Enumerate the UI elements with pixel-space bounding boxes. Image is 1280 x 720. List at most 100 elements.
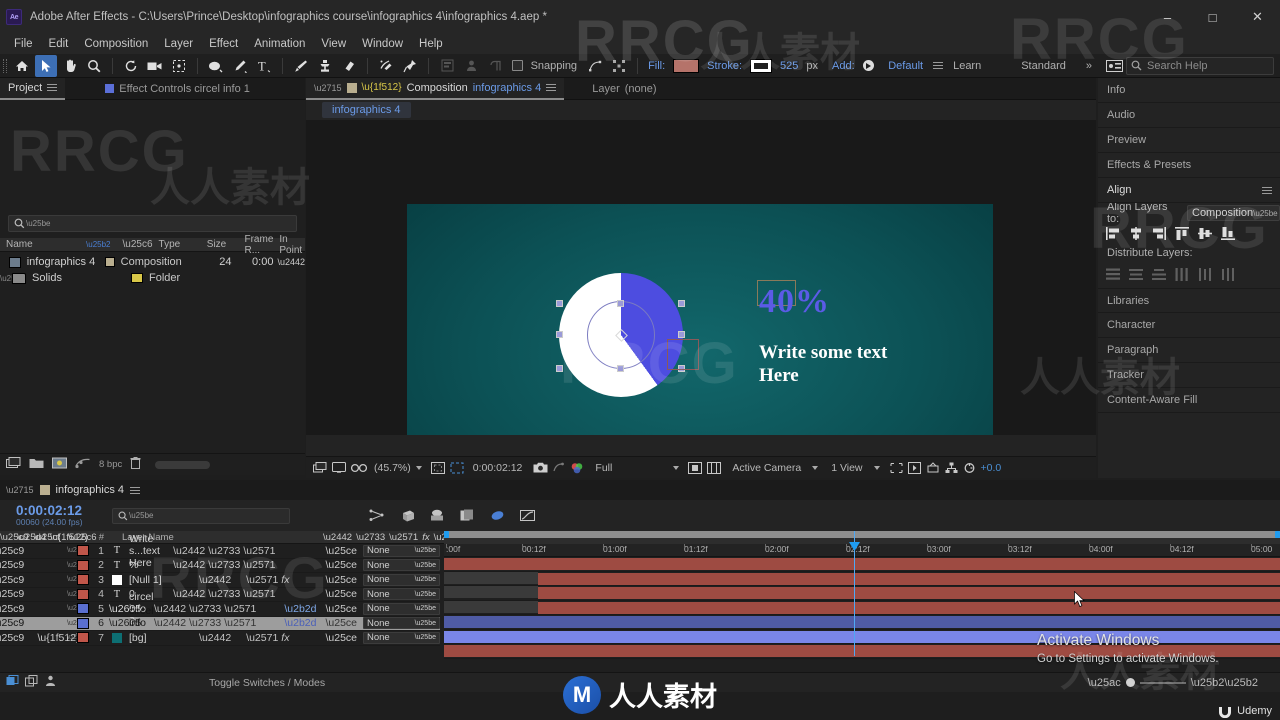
distribute-vertical-center-icon[interactable] [1129, 268, 1143, 284]
label-color-swatch[interactable] [104, 257, 115, 267]
menu-window[interactable]: Window [354, 34, 411, 54]
panel-effects-presets[interactable]: Effects & Presets [1098, 153, 1280, 178]
layer-visibility-icon[interactable]: \u25c9 [0, 545, 24, 557]
parent-select[interactable]: None \u25be [363, 559, 440, 572]
composition-viewport[interactable]: 40% Write some text Here [306, 120, 1096, 435]
align-panel-menu-icon[interactable] [1262, 185, 1272, 196]
tab-project[interactable]: Project [0, 77, 66, 100]
layer-disclosure[interactable]: \u25b8 [67, 591, 88, 598]
workspace-overflow[interactable]: » [1076, 60, 1102, 72]
layer-visibility-icon[interactable]: \u25c9 [0, 574, 24, 586]
panel-audio[interactable]: Audio [1098, 103, 1280, 128]
fill-swatch[interactable] [673, 58, 700, 73]
menu-animation[interactable]: Animation [246, 34, 313, 54]
layer-duration-bar[interactable] [538, 572, 1280, 585]
layer-duration-bar[interactable] [444, 616, 1280, 628]
zoom-out-icon[interactable]: \u25ac [1088, 677, 1121, 689]
panel-tracker[interactable]: Tracker [1098, 363, 1280, 388]
layer-name[interactable]: [Null 1] [125, 574, 199, 586]
align-top-icon[interactable] [1175, 227, 1189, 243]
hide-shy-bottom-icon[interactable] [44, 675, 57, 690]
layer-label-color[interactable] [77, 588, 89, 600]
col-name[interactable]: Name [0, 239, 86, 250]
workspace-learn[interactable]: Learn [943, 60, 991, 72]
layer-duration-bar[interactable] [444, 558, 1280, 570]
pan-behind-tool-icon[interactable] [168, 55, 190, 77]
3d-glasses-icon[interactable] [351, 463, 367, 473]
snapping-grid-icon[interactable] [608, 55, 630, 77]
comp-timecode[interactable]: 0:00:02:12 [473, 462, 523, 474]
layer-disclosure[interactable]: \u25b8 [67, 620, 88, 627]
table-row[interactable]: \u25c9 \u25b8 2 T % \u2442\u2733\u2571 \… [0, 559, 440, 573]
interpret-footage-icon[interactable] [6, 457, 21, 472]
views-dropdown-icon[interactable] [873, 465, 880, 470]
pixel-aspect-icon[interactable] [889, 462, 903, 474]
zoom-level[interactable]: (45.7%) [374, 462, 411, 474]
pen-tool-icon[interactable] [229, 55, 251, 77]
align-panel-icon[interactable] [436, 55, 458, 77]
exposure-offset[interactable]: +0.0 [981, 462, 1002, 474]
table-row[interactable]: \u25c9 \u25b8 4 T 0 \u2442\u2733\u2571 \… [0, 588, 440, 602]
workspace-standard[interactable]: Standard [1011, 60, 1076, 72]
tab-effect-controls[interactable]: Effect Controls circel info 1 [97, 78, 258, 100]
zoom-in-icon[interactable]: \u25b2\u25b2 [1191, 677, 1258, 689]
col-inpoint[interactable]: In Point [273, 234, 305, 256]
col-framerate[interactable]: Frame R... [238, 234, 273, 256]
stroke-label[interactable]: Stroke: [707, 60, 742, 72]
selection-box-small[interactable] [667, 339, 699, 370]
project-panel-menu-icon[interactable] [47, 82, 58, 93]
brush-tool-icon[interactable] [290, 55, 312, 77]
body-text[interactable]: Write some text Here [759, 341, 887, 387]
parent-select[interactable]: None \u25be [363, 617, 440, 630]
parent-pickwhip-icon[interactable]: \u25ce [325, 559, 357, 571]
col-size[interactable]: Size [201, 239, 239, 250]
draft-3d-icon[interactable] [396, 505, 418, 527]
renderer-icon[interactable] [926, 461, 940, 474]
menu-edit[interactable]: Edit [41, 34, 77, 54]
layer-switches[interactable]: \u2442 \u2733 \u2571 \u2b2d [154, 617, 326, 629]
timeline-bar-row[interactable] [444, 586, 1280, 601]
channel-rgb-icon[interactable] [570, 462, 584, 474]
zoom-slider-knob[interactable] [1125, 678, 1135, 687]
layer-switches[interactable]: \u2442 \u2733 \u2571 \u2b2d [154, 603, 326, 615]
menu-view[interactable]: View [313, 34, 354, 54]
workspace-layout-icon[interactable] [1103, 55, 1125, 77]
timeline-work-area[interactable] [444, 531, 1280, 544]
resolution-dropdown-icon[interactable] [673, 465, 680, 470]
tab-composition[interactable]: \u2715 \u{1f512} Composition infographic… [306, 77, 565, 100]
lock-icon[interactable]: \u{1f512} [362, 82, 402, 93]
layer-name[interactable]: [bg] [125, 632, 199, 644]
parent-select[interactable]: None \u25be [363, 588, 440, 601]
home-icon[interactable] [11, 55, 33, 77]
layer-disclosure[interactable]: \u25b8 [67, 634, 88, 641]
3d-view-popup-icon[interactable] [707, 461, 722, 474]
timeline-zoom-slider[interactable]: \u25ac \u25b2\u25b2 [1088, 677, 1258, 689]
type-tool-icon[interactable]: T [253, 55, 275, 77]
minimize-button[interactable]: – [1145, 0, 1190, 34]
panel-info[interactable]: Info [1098, 78, 1280, 103]
hand-tool-icon[interactable] [59, 55, 81, 77]
parent-pickwhip-icon[interactable]: \u25ce [325, 545, 357, 557]
stroke-width-value[interactable]: 525 [780, 60, 798, 72]
composition-panel-menu-icon[interactable] [546, 82, 557, 93]
table-row[interactable]: \u25c9 \u{1f512} \u25b8 7 [bg] \u2442\u2… [0, 631, 440, 646]
parent-select[interactable]: None \u25be [363, 631, 440, 644]
panel-preview[interactable]: Preview [1098, 128, 1280, 153]
layer-disclosure[interactable]: \u25b8 [67, 547, 88, 554]
align-center-horizontal-icon[interactable] [1129, 227, 1143, 243]
project-scrollbar[interactable] [155, 460, 211, 469]
parent-select[interactable]: None \u25be [363, 544, 440, 557]
layer-switches[interactable]: \u2442 \u2571 fx [199, 632, 325, 644]
snapshot-camera-icon[interactable] [533, 462, 548, 473]
panel-align[interactable]: Align [1098, 178, 1280, 203]
color-depth-label[interactable]: 8 bpc [99, 459, 122, 470]
parent-pickwhip-icon[interactable]: \u25ce [325, 588, 357, 600]
table-row[interactable]: \u25c9 \u25b8 6 \u2605 circel info 1 \u2… [0, 605, 440, 641]
align-left-icon[interactable] [1106, 227, 1120, 243]
align-right-icon[interactable] [1152, 227, 1166, 243]
panel-libraries[interactable]: Libraries [1098, 288, 1280, 313]
timeline-current-time[interactable]: 0:00:02:12 [16, 503, 82, 518]
timeline-close-icon[interactable]: \u2715 [6, 485, 34, 495]
timeline-bar-row[interactable] [444, 600, 1280, 615]
toggle-switches-modes-label[interactable]: Toggle Switches / Modes [209, 677, 325, 689]
